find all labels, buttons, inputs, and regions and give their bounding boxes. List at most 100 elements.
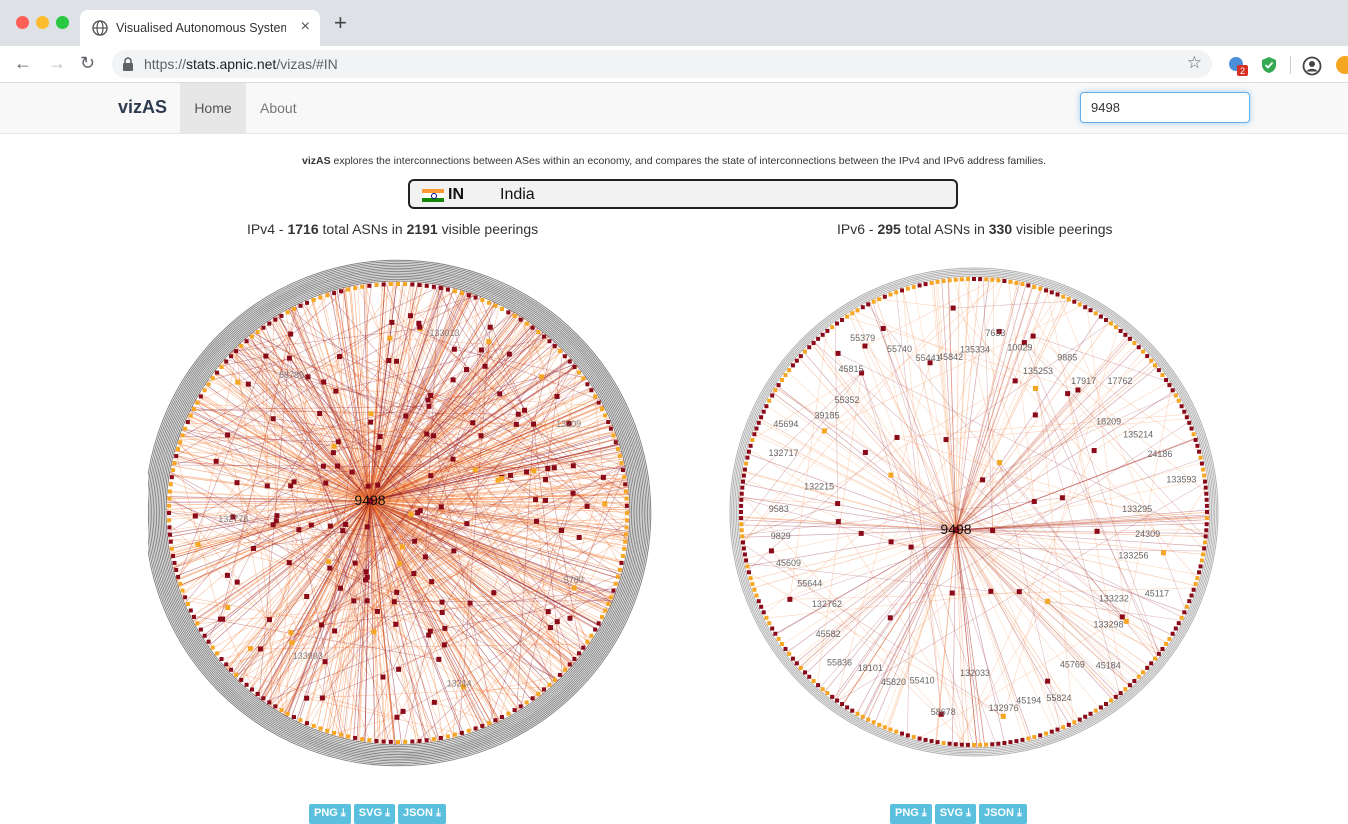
ipv6-peering-graph[interactable]: 9498 135334 763310029 135253 9885 17917 17762 1… (712, 258, 1242, 768)
as-node[interactable] (321, 379, 327, 385)
as-node[interactable] (375, 482, 381, 488)
as-node[interactable] (858, 530, 864, 536)
as-node[interactable] (543, 476, 549, 482)
as-node[interactable] (380, 674, 386, 680)
as-node[interactable] (464, 521, 470, 527)
as-node[interactable] (224, 572, 230, 578)
as-node[interactable] (571, 585, 577, 591)
as-node[interactable] (289, 640, 295, 646)
as-node[interactable] (425, 397, 431, 403)
as-node[interactable] (288, 331, 294, 337)
as-node[interactable] (403, 413, 409, 419)
as-node[interactable] (429, 579, 435, 585)
as-node[interactable] (351, 598, 357, 604)
extension-icon[interactable] (1336, 56, 1348, 74)
as-node[interactable] (364, 524, 370, 530)
as-node[interactable] (1030, 333, 1036, 339)
as-node[interactable] (304, 593, 310, 599)
as-node[interactable] (296, 527, 302, 533)
as-node[interactable] (576, 534, 582, 540)
as-node[interactable] (263, 353, 269, 359)
as-node[interactable] (422, 554, 428, 560)
close-tab-icon[interactable]: × (301, 18, 310, 36)
reload-icon[interactable]: ↻ (80, 52, 95, 74)
as-node[interactable] (949, 590, 955, 596)
ipv4-peering-graph[interactable]: 9498 5780 13214 133993 132778 58780 133013 1320… (148, 258, 658, 768)
as-node[interactable] (317, 410, 323, 416)
as-node[interactable] (988, 588, 994, 594)
ipv6-json-download-button[interactable]: JSON ⤓ (978, 803, 1027, 824)
as-node[interactable] (1161, 550, 1167, 556)
as-node[interactable] (602, 501, 608, 507)
as-node[interactable] (235, 379, 241, 385)
maximize-window-button[interactable] (56, 16, 69, 29)
as-node[interactable] (570, 463, 576, 469)
as-node[interactable] (499, 476, 505, 482)
as-node[interactable] (980, 477, 986, 483)
as-node[interactable] (333, 388, 339, 394)
as-node[interactable] (1012, 378, 1018, 384)
as-node[interactable] (531, 468, 537, 474)
as-node[interactable] (393, 621, 399, 627)
as-node[interactable] (325, 559, 331, 565)
as-node[interactable] (1032, 385, 1038, 391)
as-node[interactable] (478, 433, 484, 439)
as-node[interactable] (304, 695, 310, 701)
as-node[interactable] (506, 351, 512, 357)
nav-about-link[interactable]: About (260, 83, 297, 133)
as-node[interactable] (337, 354, 343, 360)
as-node[interactable] (220, 616, 226, 622)
as-node[interactable] (567, 615, 573, 621)
as-node[interactable] (335, 463, 341, 469)
address-bar[interactable]: https://stats.apnic.net/vizas/#IN ☆ (112, 50, 1212, 78)
as-node[interactable] (862, 449, 868, 455)
as-node[interactable] (400, 708, 406, 714)
as-node[interactable] (371, 629, 377, 635)
as-node[interactable] (534, 518, 540, 524)
translate-extension-icon[interactable]: 2 (1228, 56, 1248, 76)
as-node[interactable] (399, 544, 405, 550)
as-node[interactable] (584, 503, 590, 509)
as-node[interactable] (368, 419, 374, 425)
as-node[interactable] (888, 539, 894, 545)
as-node[interactable] (428, 392, 434, 398)
as-node[interactable] (327, 565, 333, 571)
as-node[interactable] (349, 469, 355, 475)
as-node[interactable] (439, 599, 445, 605)
as-node[interactable] (234, 480, 240, 486)
as-node[interactable] (213, 458, 219, 464)
as-node[interactable] (286, 355, 292, 361)
as-node[interactable] (1000, 713, 1006, 719)
as-node[interactable] (888, 472, 894, 478)
as-node[interactable] (548, 625, 554, 631)
minimize-window-button[interactable] (36, 16, 49, 29)
as-node[interactable] (426, 403, 432, 409)
as-node[interactable] (389, 319, 395, 325)
as-node[interactable] (821, 428, 827, 434)
as-node[interactable] (338, 585, 344, 591)
as-node[interactable] (497, 391, 503, 397)
as-node[interactable] (1016, 589, 1022, 595)
ipv4-svg-download-button[interactable]: SVG ⤓ (353, 803, 395, 824)
as-node[interactable] (352, 560, 358, 566)
as-node[interactable] (247, 646, 253, 652)
as-node[interactable] (467, 600, 473, 606)
as-node[interactable] (862, 343, 868, 349)
as-node[interactable] (600, 474, 606, 480)
as-node[interactable] (394, 714, 400, 720)
as-node[interactable] (331, 443, 337, 449)
as-node[interactable] (305, 374, 311, 380)
as-node[interactable] (997, 460, 1003, 466)
browser-tab[interactable]: Visualised Autonomous System × (80, 10, 320, 46)
as-node[interactable] (472, 467, 478, 473)
as-node[interactable] (340, 528, 346, 534)
as-node[interactable] (192, 513, 198, 519)
as-node[interactable] (436, 656, 442, 662)
as-node[interactable] (554, 619, 560, 625)
as-node[interactable] (1065, 391, 1071, 397)
profile-icon[interactable] (1302, 56, 1322, 76)
as-node[interactable] (533, 497, 539, 503)
as-node[interactable] (545, 609, 551, 615)
as-node[interactable] (450, 377, 456, 383)
as-node[interactable] (431, 433, 437, 439)
